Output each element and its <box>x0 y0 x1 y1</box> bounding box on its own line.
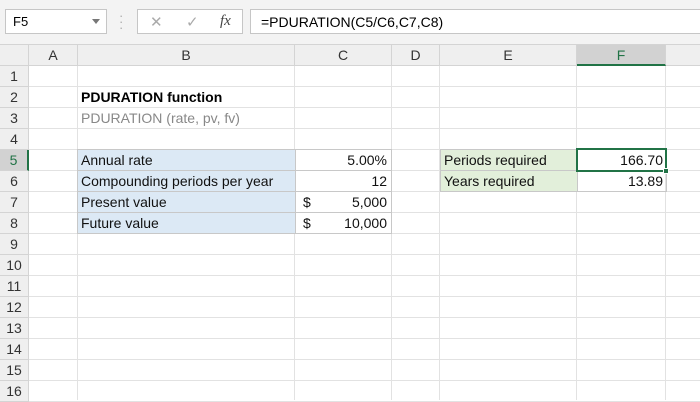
active-cell-border <box>576 148 667 172</box>
row-header-3[interactable]: 3 <box>0 108 29 129</box>
syntax-subtitle: PDURATION (rate, pv, fv) <box>81 110 240 126</box>
select-all-button[interactable] <box>0 45 29 66</box>
input-label[interactable]: Annual rate <box>77 149 296 171</box>
enter-icon[interactable]: ✓ <box>186 13 199 31</box>
output-label[interactable]: Periods required <box>440 149 578 171</box>
row-header-9[interactable]: 9 <box>0 234 29 255</box>
name-box[interactable]: F5 <box>5 9 107 34</box>
row-header-13[interactable]: 13 <box>0 318 29 339</box>
row-header-6[interactable]: 6 <box>0 171 29 192</box>
input-label[interactable]: Future value <box>77 212 296 234</box>
currency-symbol: $ <box>303 215 311 231</box>
row-header-4[interactable]: 4 <box>0 129 29 150</box>
fill-handle[interactable] <box>663 168 669 174</box>
gridline <box>29 275 700 276</box>
chevron-down-icon[interactable] <box>92 19 100 24</box>
column-header-C[interactable]: C <box>295 45 392 66</box>
column-header-E[interactable]: E <box>440 45 577 66</box>
input-label[interactable]: Present value <box>77 191 296 213</box>
column-header-B[interactable]: B <box>78 45 295 66</box>
currency-symbol: $ <box>303 194 311 210</box>
input-value: 10,000 <box>344 215 387 231</box>
row-header-12[interactable]: 12 <box>0 297 29 318</box>
input-value-cell[interactable]: 5.00% <box>295 149 392 171</box>
input-value-cell[interactable]: 12 <box>295 170 392 192</box>
row-header-2[interactable]: 2 <box>0 87 29 108</box>
row-header-10[interactable]: 10 <box>0 255 29 276</box>
input-value: 5,000 <box>351 194 387 210</box>
gridline <box>29 380 700 381</box>
input-label[interactable]: Compounding periods per year <box>77 170 296 192</box>
fx-icon[interactable]: fx <box>220 13 231 30</box>
input-value: 5.00% <box>347 152 387 168</box>
gridline <box>29 359 700 360</box>
output-label[interactable]: Years required <box>440 170 578 192</box>
row-header-5[interactable]: 5 <box>0 150 29 171</box>
row-header-7[interactable]: 7 <box>0 192 29 213</box>
column-header-G[interactable] <box>666 45 700 66</box>
row-header-8[interactable]: 8 <box>0 213 29 234</box>
column-header-D[interactable]: D <box>392 45 440 66</box>
cancel-icon[interactable]: ✕ <box>150 13 163 31</box>
input-value-cell[interactable]: $5,000 <box>295 191 392 213</box>
gridline <box>29 338 700 339</box>
column-header-F[interactable]: F <box>577 45 666 66</box>
column-header-A[interactable]: A <box>29 45 78 66</box>
name-box-value: F5 <box>13 14 29 29</box>
gridline <box>29 317 700 318</box>
input-value-cell[interactable]: $10,000 <box>295 212 392 234</box>
row-header-16[interactable]: 16 <box>0 381 29 402</box>
row-header-11[interactable]: 11 <box>0 276 29 297</box>
output-value[interactable]: 13.89 <box>577 170 667 192</box>
input-value: 12 <box>371 173 387 189</box>
row-header-14[interactable]: 14 <box>0 339 29 360</box>
row-header-1[interactable]: 1 <box>0 66 29 87</box>
gridline <box>29 296 700 297</box>
page-title: PDURATION function <box>81 89 223 105</box>
formula-buttons: ✕ ✓ fx <box>137 9 243 34</box>
gridline <box>29 254 700 255</box>
formula-input[interactable]: =PDURATION(C5/C6,C7,C8) <box>250 9 700 34</box>
row-header-15[interactable]: 15 <box>0 360 29 381</box>
drag-handle-icon[interactable]: · · · <box>119 9 125 34</box>
